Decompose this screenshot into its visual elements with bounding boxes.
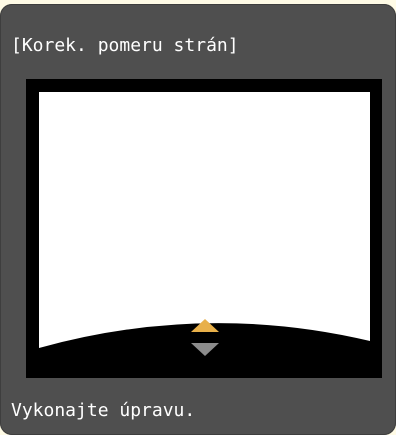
projected-image xyxy=(39,92,370,348)
instruction-message: Vykonajte úpravu. xyxy=(11,400,196,421)
keystone-preview xyxy=(26,79,382,378)
aspect-correction-dialog: [Korek. pomeru strán] Vykonajte úpravu. xyxy=(0,4,396,435)
